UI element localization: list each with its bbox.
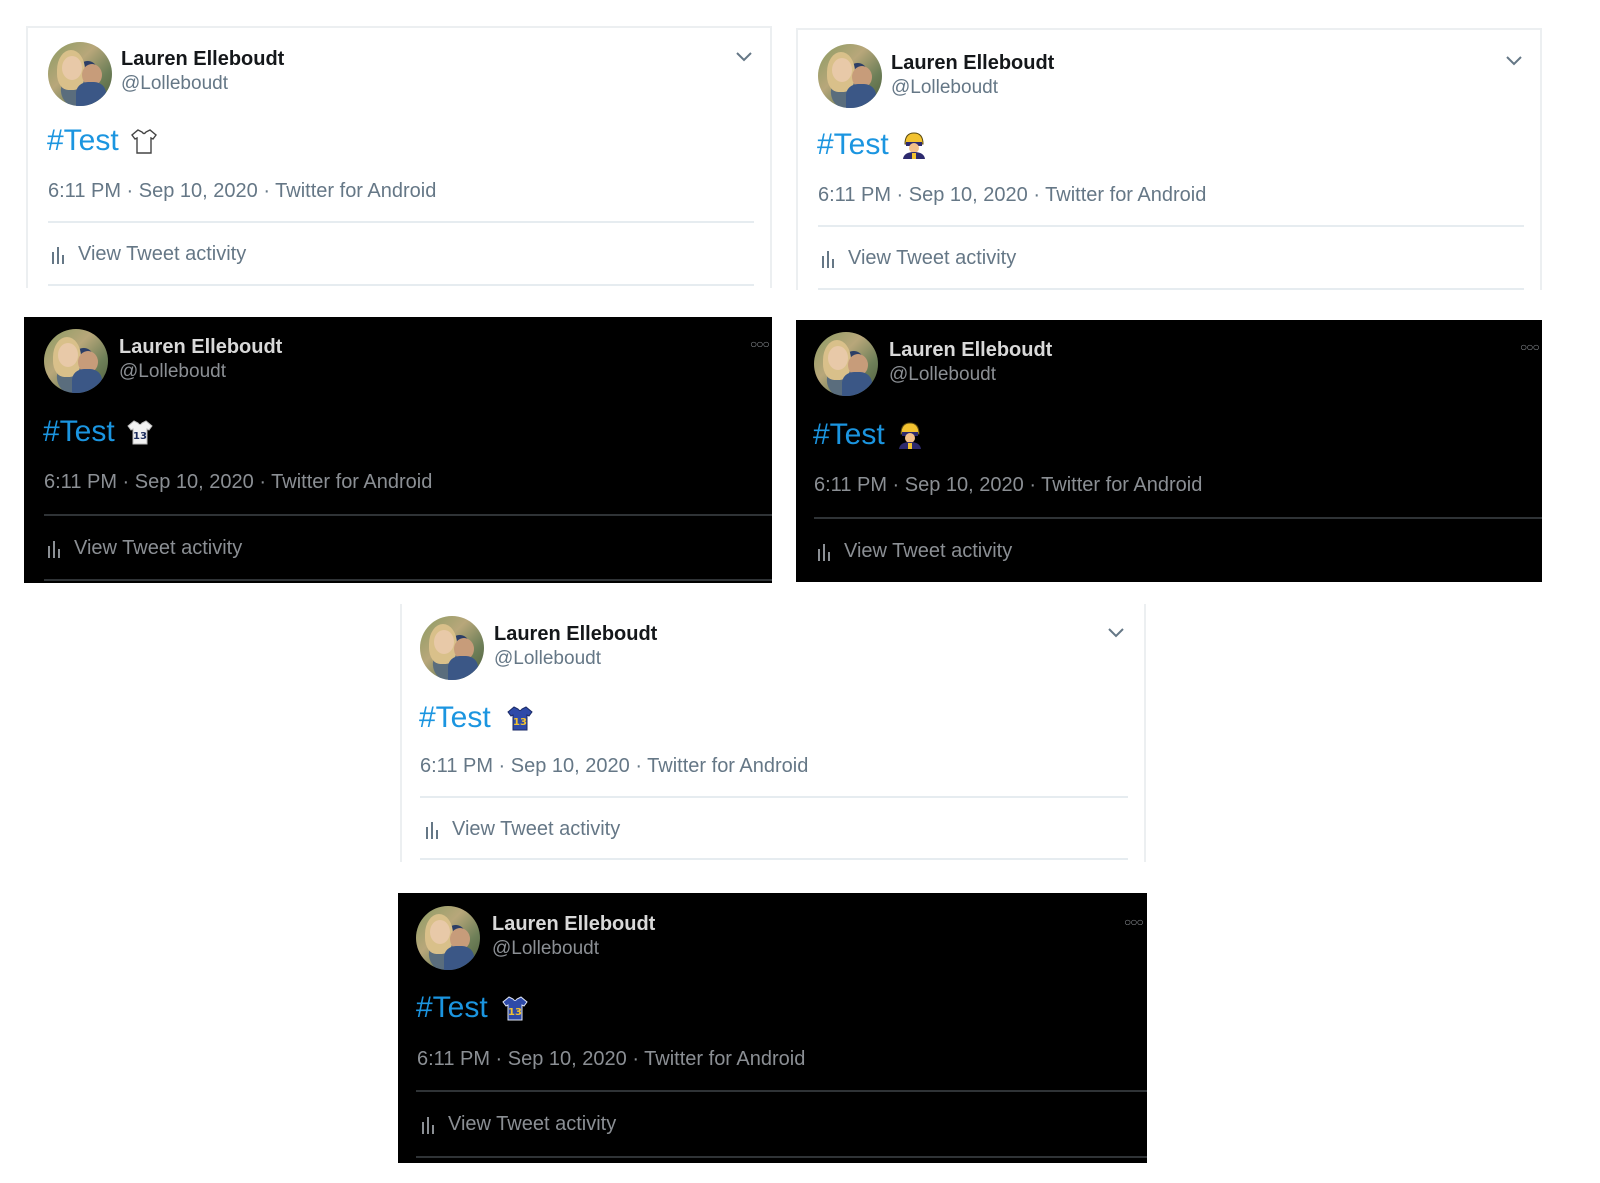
hashtag-link[interactable]: #Test (47, 124, 119, 158)
analytics-icon (48, 540, 60, 558)
more-dots-icon[interactable]: ○○○ (750, 337, 770, 351)
divider (416, 1090, 1147, 1092)
more-dots-icon[interactable]: ○○○ (1520, 340, 1540, 354)
tweet-timestamp[interactable]: 6:11 PM · Sep 10, 2020 · Twitter for And… (818, 184, 1206, 207)
more-dots-icon[interactable]: ○○○ (1124, 915, 1144, 929)
analytics-icon (822, 250, 834, 268)
jersey-13-white-icon: 13 (127, 420, 153, 445)
hashtag-link[interactable]: #Test (419, 701, 491, 735)
author-name[interactable]: Lauren Elleboudt (889, 339, 1052, 362)
analytics-icon (52, 246, 64, 264)
divider (44, 579, 772, 581)
view-tweet-activity-link[interactable]: View Tweet activity (50, 243, 246, 266)
hashtag-link[interactable]: #Test (813, 418, 885, 452)
tweet-text: #Test 13 (419, 701, 535, 735)
tweet-timestamp[interactable]: 6:11 PM · Sep 10, 2020 · Twitter for And… (417, 1048, 805, 1071)
chevron-down-icon[interactable] (736, 52, 752, 62)
divider (44, 514, 772, 516)
chevron-down-icon[interactable] (1108, 628, 1124, 638)
author-name[interactable]: Lauren Elleboudt (492, 913, 655, 936)
author-handle[interactable]: @Lolleboudt (494, 648, 601, 670)
tweet-text: #Test (817, 128, 929, 162)
svg-text:13: 13 (513, 717, 527, 728)
activity-label: View Tweet activity (844, 540, 1013, 562)
tweet-timestamp[interactable]: 6:11 PM · Sep 10, 2020 · Twitter for And… (48, 180, 436, 203)
view-tweet-activity-link[interactable]: View Tweet activity (46, 537, 242, 560)
author-name[interactable]: Lauren Elleboudt (119, 336, 282, 359)
tweet-text: #Test 13 (43, 415, 155, 449)
tweet-text: #Test (813, 418, 925, 452)
avatar[interactable] (48, 42, 112, 106)
hashtag-link[interactable]: #Test (43, 415, 115, 449)
divider (416, 1156, 1147, 1158)
author-name[interactable]: Lauren Elleboudt (891, 52, 1054, 75)
tweet-card: Lauren Elleboudt @Lolleboudt #Test 6:11 … (26, 26, 772, 288)
activity-label: View Tweet activity (74, 537, 243, 559)
avatar[interactable] (44, 329, 108, 393)
author-name[interactable]: Lauren Elleboudt (494, 623, 657, 646)
view-tweet-activity-link[interactable]: View Tweet activity (820, 247, 1016, 270)
hashtag-link[interactable]: #Test (416, 991, 488, 1025)
analytics-icon (422, 1116, 434, 1134)
analytics-icon (818, 543, 830, 561)
tweet-card: Lauren Elleboudt @Lolleboudt ○○○ #Test 1… (398, 893, 1147, 1163)
avatar[interactable] (416, 906, 480, 970)
activity-label: View Tweet activity (452, 818, 621, 840)
jersey-13-blue-icon: 13 (502, 996, 528, 1021)
tweet-text: #Test 13 (416, 991, 530, 1025)
tweet-timestamp[interactable]: 6:11 PM · Sep 10, 2020 · Twitter for And… (814, 474, 1202, 497)
tweet-timestamp[interactable]: 6:11 PM · Sep 10, 2020 · Twitter for And… (420, 755, 808, 778)
author-handle[interactable]: @Lolleboudt (891, 77, 998, 99)
avatar[interactable] (420, 616, 484, 680)
hashtag-link[interactable]: #Test (817, 128, 889, 162)
divider (420, 858, 1128, 860)
tweet-card: Lauren Elleboudt @Lolleboudt #Test 13 6:… (400, 604, 1146, 862)
divider (420, 796, 1128, 798)
divider (814, 517, 1542, 519)
author-handle[interactable]: @Lolleboudt (492, 938, 599, 960)
author-handle[interactable]: @Lolleboudt (121, 73, 228, 95)
tweet-text: #Test (47, 124, 159, 158)
view-tweet-activity-link[interactable]: View Tweet activity (424, 818, 620, 841)
activity-label: View Tweet activity (78, 243, 247, 265)
chevron-down-icon[interactable] (1506, 56, 1522, 66)
analytics-icon (426, 821, 438, 839)
jersey-13-blue-icon: 13 (507, 706, 533, 731)
football-player-icon (898, 422, 921, 449)
divider (48, 284, 754, 286)
football-player-icon (902, 132, 925, 159)
avatar[interactable] (818, 44, 882, 108)
jersey-outline-icon (130, 129, 157, 154)
divider (48, 221, 754, 223)
author-handle[interactable]: @Lolleboudt (119, 361, 226, 383)
view-tweet-activity-link[interactable]: View Tweet activity (816, 540, 1012, 563)
divider (818, 288, 1524, 290)
view-tweet-activity-link[interactable]: View Tweet activity (420, 1113, 616, 1136)
svg-text:13: 13 (508, 1007, 522, 1018)
author-name[interactable]: Lauren Elleboudt (121, 48, 284, 71)
tweet-card: Lauren Elleboudt @Lolleboudt ○○○ #Test 1… (24, 317, 772, 583)
activity-label: View Tweet activity (448, 1113, 617, 1135)
tweet-card: Lauren Elleboudt @Lolleboudt #Test 6:11 … (796, 28, 1542, 290)
author-handle[interactable]: @Lolleboudt (889, 364, 996, 386)
divider (818, 225, 1524, 227)
activity-label: View Tweet activity (848, 247, 1017, 269)
tweet-timestamp[interactable]: 6:11 PM · Sep 10, 2020 · Twitter for And… (44, 471, 432, 494)
svg-text:13: 13 (133, 431, 147, 442)
tweet-card: Lauren Elleboudt @Lolleboudt ○○○ #Test 6… (796, 320, 1542, 582)
avatar[interactable] (814, 332, 878, 396)
